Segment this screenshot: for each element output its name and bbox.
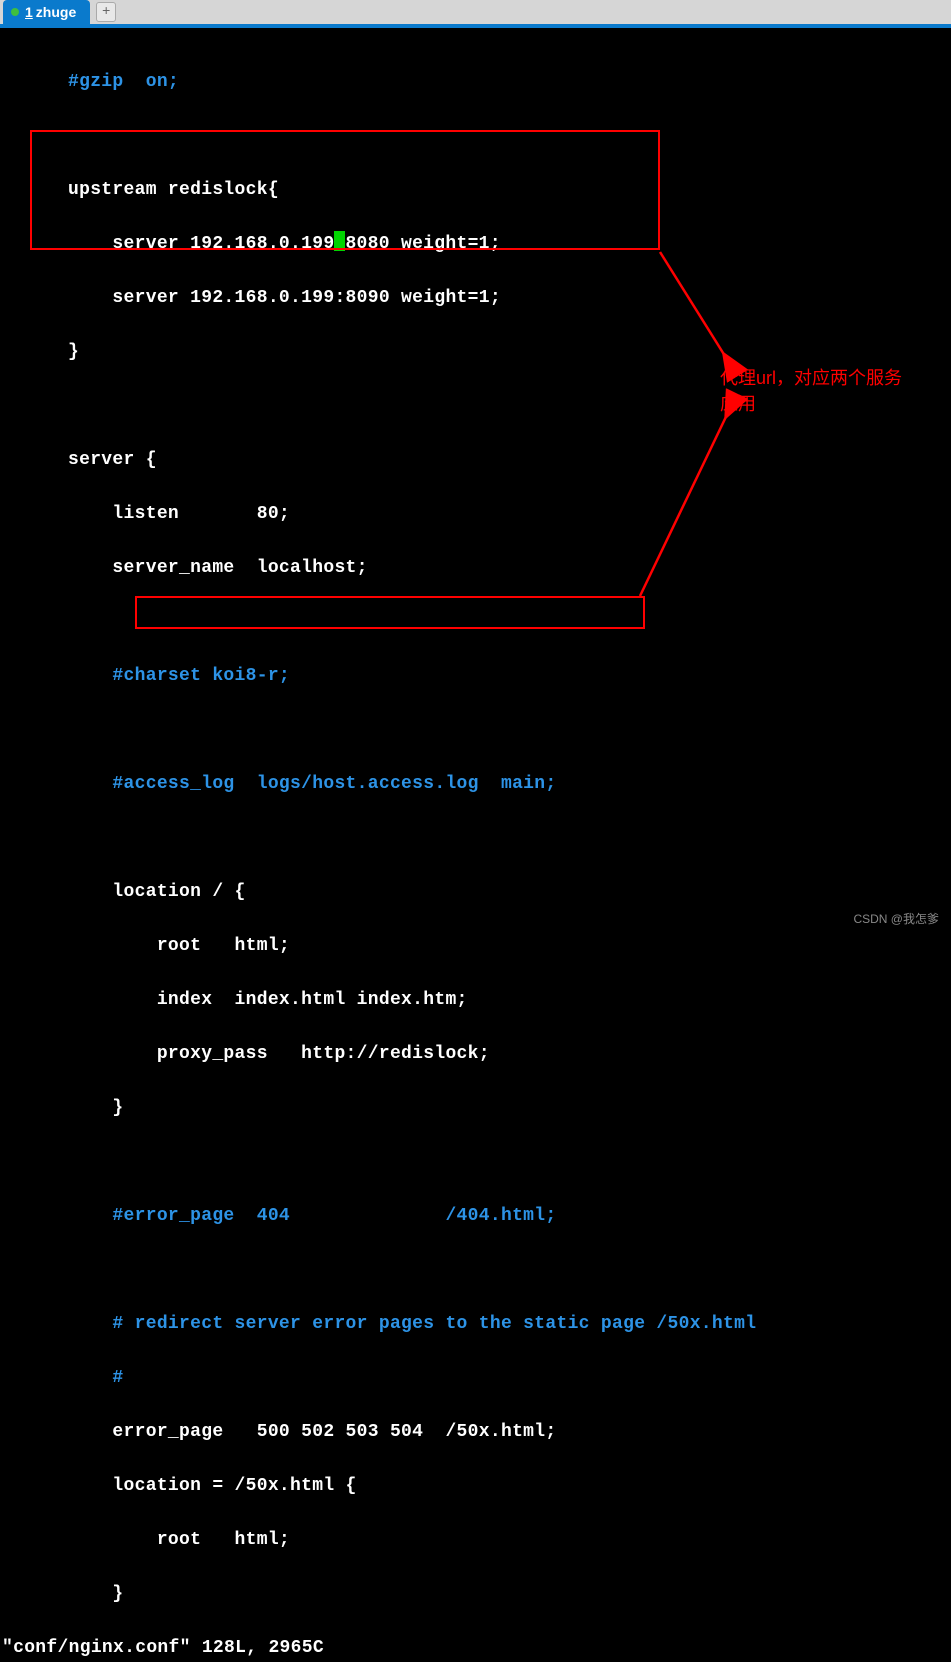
vim-status-line: "conf/nginx.conf" 128L, 2965C — [0, 1638, 324, 1658]
status-dot-icon — [11, 8, 19, 16]
blank-line — [0, 123, 951, 150]
blank-line — [0, 609, 951, 636]
code-line: index index.html index.htm; — [0, 987, 951, 1014]
code-line: server 192.168.0.199:8090 weight=1; — [0, 285, 951, 312]
annotation-text: 代理url，对应两个服务 应用 — [720, 365, 902, 417]
code-line: # redirect server error pages to the sta… — [0, 1311, 951, 1338]
code-line: #charset koi8-r; — [0, 663, 951, 690]
code-line: location = /50x.html { — [0, 1473, 951, 1500]
code-line: location / { — [0, 879, 951, 906]
code-line: root html; — [0, 1527, 951, 1554]
annotation-line1: 代理url，对应两个服务 — [720, 365, 902, 391]
terminal-content[interactable]: #gzip on; upstream redislock{ server 192… — [0, 32, 951, 935]
blank-line — [0, 825, 951, 852]
code-line: upstream redislock{ — [0, 177, 951, 204]
code-line: server 192.168.0.1998080 weight=1; — [0, 231, 951, 258]
cursor-icon — [334, 231, 345, 251]
tab-bar: 1 zhuge + — [0, 0, 951, 28]
blank-line — [0, 1257, 951, 1284]
code-line: error_page 500 502 503 504 /50x.html; — [0, 1419, 951, 1446]
code-line: } — [0, 1095, 951, 1122]
code-line: } — [0, 1581, 951, 1608]
code-line: listen 80; — [0, 501, 951, 528]
code-line: #error_page 404 /404.html; — [0, 1203, 951, 1230]
add-tab-button[interactable]: + — [96, 2, 116, 22]
tab-active[interactable]: 1 zhuge — [3, 0, 90, 24]
code-line: #access_log logs/host.access.log main; — [0, 771, 951, 798]
code-line: server_name localhost; — [0, 555, 951, 582]
tab-name: zhuge — [36, 4, 76, 20]
watermark: CSDN @我怎爹 — [853, 910, 939, 927]
code-line: proxy_pass http://redislock; — [0, 1041, 951, 1068]
code-line: } — [0, 339, 951, 366]
annotation-line2: 应用 — [720, 391, 902, 417]
blank-line — [0, 1149, 951, 1176]
code-line: #gzip on; — [0, 69, 951, 96]
tab-index: 1 — [25, 4, 33, 20]
code-line: server { — [0, 447, 951, 474]
code-line: root html; — [0, 933, 951, 960]
blank-line — [0, 717, 951, 744]
code-line: # — [0, 1365, 951, 1392]
